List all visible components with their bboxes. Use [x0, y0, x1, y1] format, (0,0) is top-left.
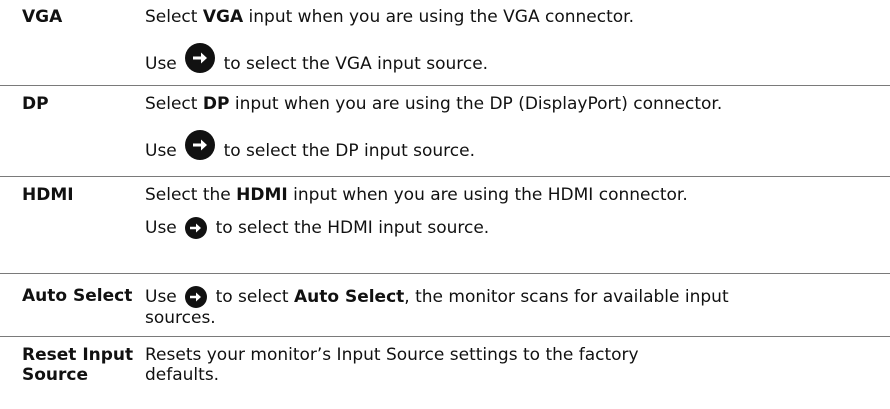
desc-paragraph: Select the HDMI input when you are using… — [145, 185, 745, 205]
text: Select the — [145, 185, 237, 205]
desc-vga: Select VGA input when you are using the … — [145, 0, 890, 85]
arrow-right-circle-icon — [185, 43, 216, 73]
text: Select — [145, 94, 203, 114]
text: input when you are using the HDMI connec… — [287, 185, 688, 205]
term-hdmi: HDMI — [0, 177, 145, 273]
desc-paragraph: Use to select the DP input source. — [145, 130, 860, 161]
arrow-right-circle-icon — [185, 130, 216, 160]
desc-paragraph: Resets your monitor’s Input Source setti… — [145, 345, 715, 385]
desc-paragraph: Select VGA input when you are using the … — [145, 7, 860, 27]
text: Resets your monitor’s Input Source setti… — [145, 345, 639, 385]
term-vga: VGA — [0, 0, 145, 85]
bold-text: DP — [202, 94, 230, 114]
desc-paragraph: Use to select Auto Select, the monitor s… — [145, 286, 785, 328]
text: input when you are using the DP (Display… — [229, 94, 723, 114]
desc-auto-select: Use to select Auto Select, the monitor s… — [145, 274, 890, 336]
term-auto-select: Auto Select — [0, 274, 145, 336]
desc-reset-input-source: Resets your monitor’s Input Source setti… — [145, 337, 890, 409]
bold-text: HDMI — [236, 185, 288, 205]
term-reset-input-source: Reset Input Source — [0, 337, 150, 409]
desc-paragraph: Select DP input when you are using the D… — [145, 94, 745, 114]
text: Use — [145, 54, 183, 74]
table-row-auto-select: Auto Select Use to select Auto Select, t… — [0, 274, 890, 337]
table-row-dp: DP Select DP input when you are using th… — [0, 86, 890, 177]
term-label: DP — [22, 94, 49, 114]
text: Use — [145, 287, 183, 307]
text: Select — [145, 7, 203, 27]
arrow-right-circle-icon — [185, 217, 208, 239]
text: to select the DP input source. — [218, 141, 475, 161]
desc-paragraph: Use to select the VGA input source. — [145, 43, 860, 74]
table-row-hdmi: HDMI Select the HDMI input when you are … — [0, 177, 890, 274]
term-label: Auto Select — [22, 286, 133, 306]
term-label: HDMI — [22, 185, 74, 205]
text: to select the HDMI input source. — [210, 218, 490, 238]
text: to select the VGA input source. — [218, 54, 489, 74]
term-dp: DP — [0, 86, 145, 176]
term-label: VGA — [22, 7, 63, 27]
text: input when you are using the VGA connect… — [243, 7, 634, 27]
desc-dp: Select DP input when you are using the D… — [145, 86, 890, 176]
bold-text: Auto Select — [293, 287, 405, 307]
table-row-reset-input-source: Reset Input Source Resets your monitor’s… — [0, 337, 890, 409]
text: Use — [145, 218, 183, 238]
bold-text: VGA — [202, 7, 244, 27]
term-label: Reset Input Source — [22, 345, 134, 385]
text: to select — [210, 287, 294, 307]
table-row-vga: VGA Select VGA input when you are using … — [0, 0, 890, 86]
desc-hdmi: Select the HDMI input when you are using… — [145, 177, 890, 273]
input-source-table: VGA Select VGA input when you are using … — [0, 0, 890, 409]
arrow-right-circle-icon — [185, 286, 208, 308]
desc-paragraph: Use to select the HDMI input source. — [145, 217, 860, 239]
text: Use — [145, 141, 183, 161]
